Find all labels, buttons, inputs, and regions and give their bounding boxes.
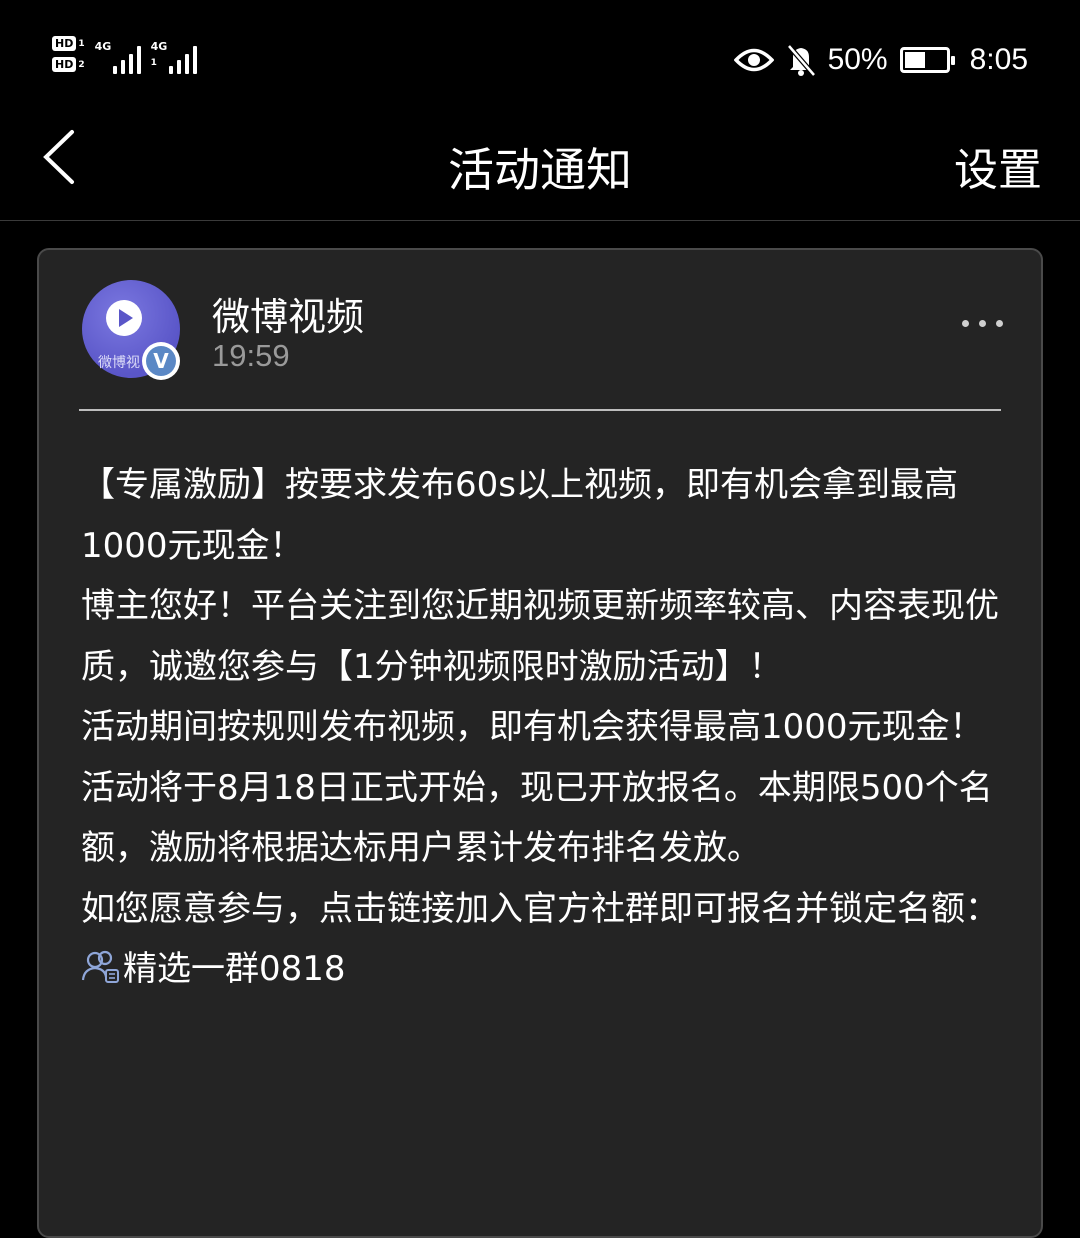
message-paragraph-2: 博主您好！平台关注到您近期视频更新频率较高、内容表现优质，诚邀您参与【1分钟视频… xyxy=(81,586,999,687)
signal-1-icon: 4G xyxy=(95,36,141,74)
play-icon xyxy=(106,300,142,336)
hd-2-sub: 2 xyxy=(78,59,85,70)
clock: 8:05 xyxy=(969,43,1028,76)
bell-off-icon xyxy=(786,44,816,77)
hd-1: HD 1 xyxy=(52,36,85,51)
sender-name[interactable]: 微博视频 xyxy=(212,286,364,341)
settings-button[interactable]: 设置 xyxy=(954,134,1042,198)
group-link[interactable]: 精选一群0818 xyxy=(81,949,346,989)
status-right: 50% 8:05 xyxy=(733,40,1028,80)
status-bar: HD 1 HD 2 4G 4G 1 50% 8:05 xyxy=(0,0,1080,110)
group-link-label: 精选一群0818 xyxy=(123,949,346,989)
signal-1-network: 4G xyxy=(94,40,112,53)
message-paragraph-1: 【专属激励】按要求发布60s以上视频，即有机会拿到最高1000元现金！ xyxy=(81,465,958,566)
avatar-text: 微博视 xyxy=(98,355,140,371)
message-card: 微博视 V 微博视频 19:59 【专属激励】按要求发布60s以上视频，即有机会… xyxy=(37,248,1043,1238)
signal-2-icon: 4G 1 xyxy=(151,36,197,74)
hd-2: HD 2 xyxy=(52,57,85,72)
battery-charging-icon xyxy=(899,47,955,73)
eye-icon xyxy=(733,48,774,72)
message-paragraph-4: 活动将于8月18日正式开始，现已开放报名。本期限500个名额，激励将根据达标用户… xyxy=(81,767,993,869)
battery-fill xyxy=(904,52,925,68)
message-paragraph-5: 如您愿意参与，点击链接加入官方社群即可报名并锁定名额： 精选一群0818 xyxy=(81,879,1021,1000)
more-options-icon[interactable] xyxy=(962,320,1003,327)
message-body: 【专属激励】按要求发布60s以上视频，即有机会拿到最高1000元现金！ 博主您好… xyxy=(81,455,1021,1000)
signal-2-sub: 1 xyxy=(150,58,157,68)
signal-2-network: 4G xyxy=(150,40,168,53)
hd-1-sub: 1 xyxy=(78,38,85,49)
hd-1-label: HD xyxy=(52,36,77,51)
verified-mark: V xyxy=(146,346,176,376)
verified-badge-icon: V xyxy=(142,342,180,380)
message-paragraph-3: 活动期间按规则发布视频，即有机会获得最高1000元现金！ xyxy=(81,707,984,747)
app-header: 活动通知 设置 xyxy=(0,110,1080,221)
status-left: HD 1 HD 2 4G 4G 1 xyxy=(52,36,197,74)
message-time: 19:59 xyxy=(212,338,290,373)
group-chat-icon xyxy=(81,950,119,983)
message-paragraph-5-text: 如您愿意参与，点击链接加入官方社群即可报名并锁定名额： xyxy=(81,888,999,929)
battery-percent: 50% xyxy=(827,43,888,76)
hd-2-label: HD xyxy=(52,57,77,72)
page-title: 活动通知 xyxy=(448,143,632,197)
hd-indicators: HD 1 HD 2 xyxy=(52,36,85,72)
card-divider xyxy=(39,408,1041,412)
